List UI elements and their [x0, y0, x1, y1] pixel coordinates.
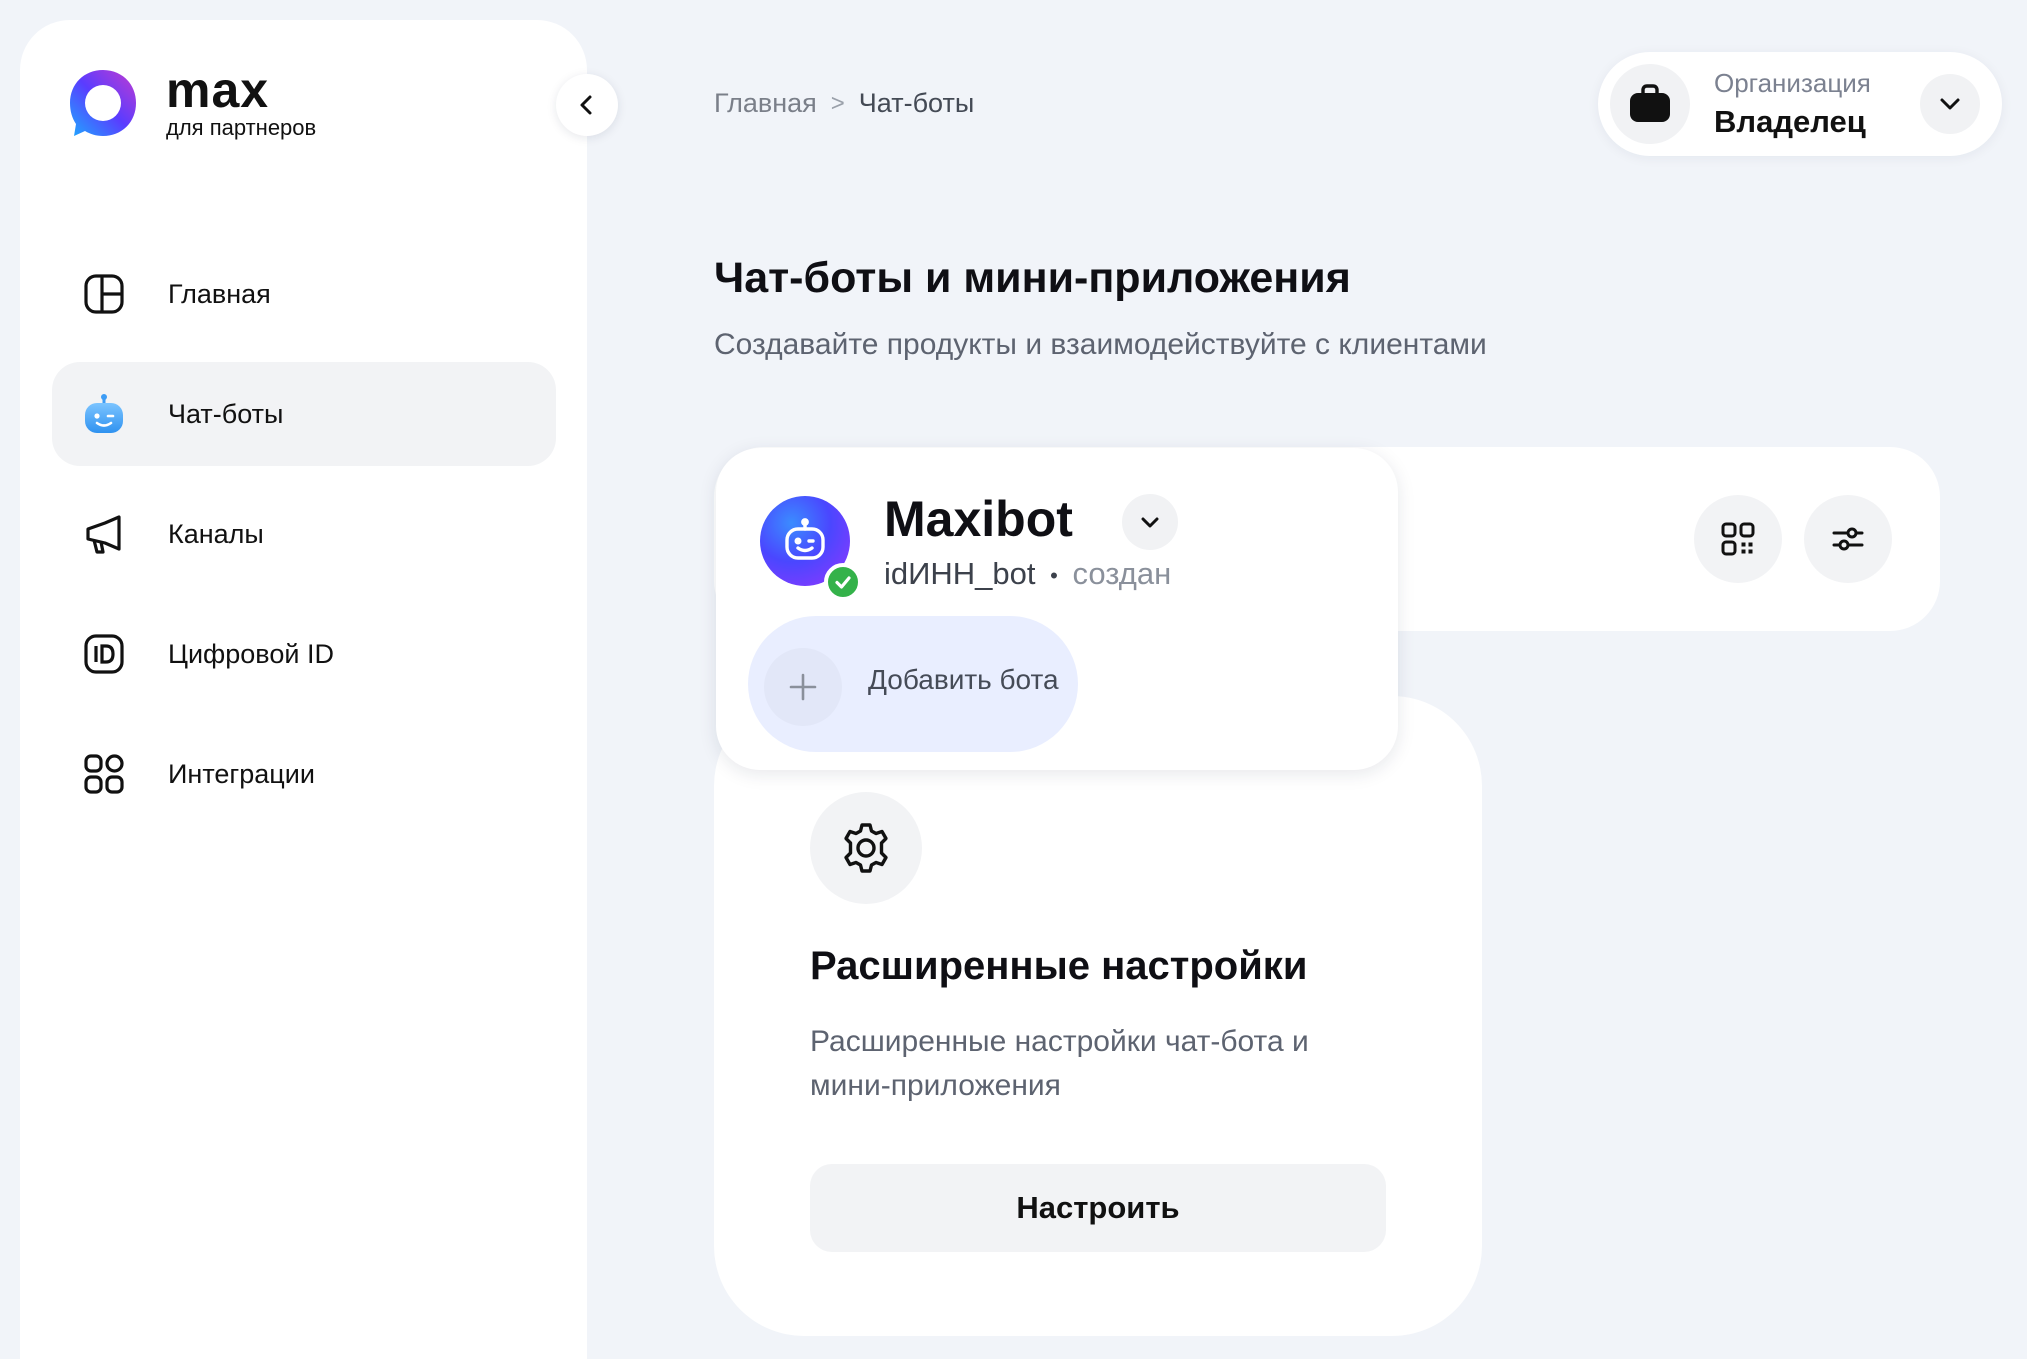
- settings-sliders-button[interactable]: [1804, 495, 1892, 583]
- add-bot-button[interactable]: Добавить бота: [748, 616, 1078, 752]
- bot-status: создан: [1072, 556, 1172, 591]
- breadcrumb-separator: >: [830, 89, 845, 117]
- gear-icon: [810, 792, 922, 904]
- id-card-icon: [82, 632, 126, 676]
- chevron-down-icon[interactable]: [1122, 494, 1178, 550]
- sidebar-item-label: Главная: [168, 278, 271, 309]
- breadcrumb-home-link[interactable]: Главная: [714, 88, 817, 119]
- organization-label: Организация: [1714, 68, 1871, 98]
- sidebar: max для партнеров Главная Чат-боты Канал…: [20, 20, 587, 1359]
- app-root: max для партнеров Главная Чат-боты Канал…: [0, 0, 2027, 1359]
- page-title: Чат-боты и мини-приложения: [714, 254, 1351, 302]
- sidebar-item-label: Чат-боты: [168, 398, 284, 429]
- verified-check-icon: [824, 563, 862, 601]
- grid-apps-icon: [82, 752, 126, 796]
- sidebar-item-integrations[interactable]: Интеграции: [52, 722, 556, 826]
- collapse-sidebar-button[interactable]: [556, 74, 618, 136]
- qr-code-button[interactable]: [1694, 495, 1782, 583]
- bot-selector-popover: Maxibot idИНН_bot • создан Добавить бота: [716, 448, 1398, 770]
- brand-title: max: [166, 62, 270, 118]
- bot-username: idИНН_bot: [884, 556, 1036, 591]
- briefcase-icon: [1610, 64, 1690, 144]
- chevron-down-icon[interactable]: [1920, 74, 1980, 134]
- sidebar-nav: Главная Чат-боты Каналы Цифровой ID Инте…: [52, 242, 556, 842]
- plus-icon: [764, 648, 842, 726]
- max-logo-icon: [70, 70, 136, 136]
- settings-card-title: Расширенные настройки: [810, 944, 1308, 988]
- megaphone-icon: [82, 512, 126, 556]
- configure-button[interactable]: Настроить: [810, 1164, 1386, 1252]
- settings-card-description: Расширенные настройки чат-бота и мини-пр…: [810, 1025, 1309, 1102]
- sidebar-item-digital-id[interactable]: Цифровой ID: [52, 602, 556, 706]
- page-subtitle: Создавайте продукты и взаимодействуйте с…: [714, 328, 1487, 361]
- sidebar-item-label: Цифровой ID: [168, 638, 334, 669]
- add-bot-label: Добавить бота: [868, 664, 1059, 695]
- breadcrumb-current: Чат-боты: [858, 88, 975, 118]
- bot-name: Maxibot: [884, 491, 1073, 547]
- meta-separator: •: [1050, 562, 1058, 588]
- chevron-left-icon: [580, 95, 592, 115]
- organization-switcher[interactable]: Организация Владелец: [1598, 52, 2002, 156]
- qr-code-icon: [1721, 522, 1755, 556]
- sidebar-item-label: Каналы: [168, 518, 264, 549]
- sidebar-item-label: Интеграции: [168, 758, 315, 789]
- sidebar-item-chatbots[interactable]: Чат-боты: [52, 362, 556, 466]
- dashboard-icon: [82, 272, 126, 316]
- organization-role: Владелец: [1714, 104, 1866, 139]
- sidebar-item-channels[interactable]: Каналы: [52, 482, 556, 586]
- brand-logo[interactable]: max для партнеров: [66, 62, 317, 140]
- sliders-icon: [1832, 527, 1864, 551]
- sidebar-item-home[interactable]: Главная: [52, 242, 556, 346]
- breadcrumb: Главная > Чат-боты: [714, 88, 974, 119]
- bot-icon: [785, 518, 825, 560]
- bot-meta: idИНН_bot • создан: [884, 556, 1171, 592]
- advanced-settings-card: Расширенные настройки Расширенные настро…: [714, 696, 1482, 1336]
- brand-subtitle: для партнеров: [166, 115, 317, 140]
- bot-icon: [82, 392, 126, 436]
